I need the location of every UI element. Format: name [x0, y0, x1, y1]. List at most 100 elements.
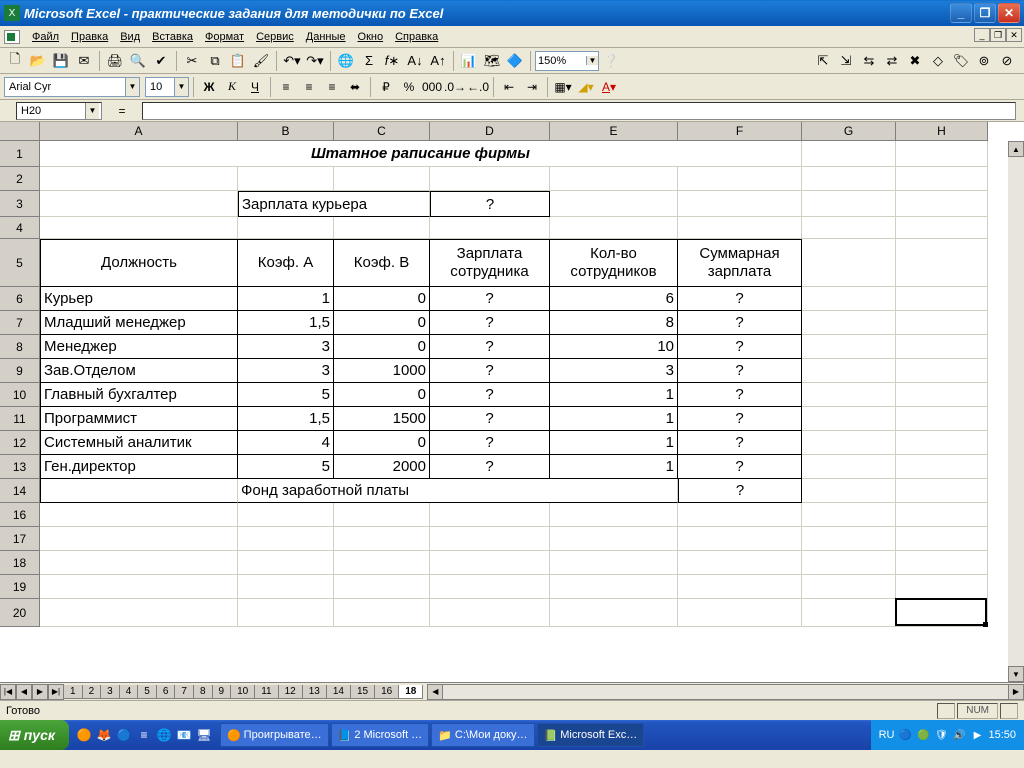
redo-icon[interactable]: ↷▾: [304, 50, 326, 72]
minimize-button[interactable]: _: [950, 3, 972, 23]
row-header[interactable]: 12: [0, 431, 40, 455]
cell[interactable]: [678, 503, 802, 527]
cell[interactable]: 6: [550, 287, 678, 311]
tray-icon[interactable]: 🔊: [952, 728, 966, 742]
cell[interactable]: [430, 217, 550, 239]
tray-icon[interactable]: 🟢: [916, 728, 930, 742]
italic-button[interactable]: К: [221, 76, 243, 98]
cell[interactable]: [430, 167, 550, 191]
cell[interactable]: [896, 141, 988, 167]
cell[interactable]: 3: [550, 359, 678, 383]
sheet-tab[interactable]: 11: [254, 685, 278, 699]
save-icon[interactable]: 💾: [50, 50, 72, 72]
row-header[interactable]: 3: [0, 191, 40, 217]
chart-icon[interactable]: 📊: [458, 50, 480, 72]
cell[interactable]: [802, 141, 896, 167]
zoom-combo[interactable]: ▼: [535, 51, 599, 71]
chevron-down-icon[interactable]: ▼: [125, 78, 139, 96]
cell[interactable]: 0: [334, 287, 430, 311]
undo-icon[interactable]: ↶▾: [281, 50, 303, 72]
hyperlink-icon[interactable]: 🌐: [335, 50, 357, 72]
cell[interactable]: [238, 217, 334, 239]
cell[interactable]: [430, 527, 550, 551]
cell[interactable]: 2000: [334, 455, 430, 479]
format-painter-icon[interactable]: 🖌: [250, 50, 272, 72]
scroll-right-icon[interactable]: ▶: [1008, 684, 1024, 700]
row-header[interactable]: 9: [0, 359, 40, 383]
row-header[interactable]: 16: [0, 503, 40, 527]
sheet-tab[interactable]: 3: [100, 685, 120, 699]
paste-icon[interactable]: 📋: [227, 50, 249, 72]
sheet-tab[interactable]: 6: [156, 685, 176, 699]
cell[interactable]: [430, 551, 550, 575]
cell[interactable]: 5: [238, 455, 334, 479]
bold-button[interactable]: Ж: [198, 76, 220, 98]
sheet-tab[interactable]: 12: [278, 685, 303, 699]
drawing-icon[interactable]: 🔷: [504, 50, 526, 72]
mdi-close-button[interactable]: ✕: [1006, 28, 1022, 42]
cell[interactable]: [896, 527, 988, 551]
cell[interactable]: Ген.директор: [40, 455, 238, 479]
column-header[interactable]: H: [896, 122, 988, 141]
cell[interactable]: 1,5: [238, 311, 334, 335]
align-right-icon[interactable]: ≡: [321, 76, 343, 98]
cell[interactable]: [238, 575, 334, 599]
cell[interactable]: [40, 575, 238, 599]
cell[interactable]: 3: [238, 359, 334, 383]
horizontal-scrollbar[interactable]: ◀ ▶: [427, 684, 1024, 700]
spreadsheet-grid[interactable]: ABCDEFGH 1Штатное раписание фирмы23Зарпл…: [0, 122, 1024, 682]
cell[interactable]: [896, 167, 988, 191]
row-header[interactable]: 14: [0, 479, 40, 503]
cell[interactable]: [40, 217, 238, 239]
cell[interactable]: [802, 287, 896, 311]
cell[interactable]: [802, 191, 896, 217]
cell[interactable]: ?: [678, 335, 802, 359]
chevron-down-icon[interactable]: ▼: [174, 78, 188, 96]
cell[interactable]: [802, 335, 896, 359]
cell[interactable]: [550, 551, 678, 575]
decrease-indent-icon[interactable]: ⇤: [498, 76, 520, 98]
merge-center-icon[interactable]: ⬌: [344, 76, 366, 98]
cell[interactable]: [238, 527, 334, 551]
cell[interactable]: [896, 407, 988, 431]
cell[interactable]: ?: [678, 383, 802, 407]
cell[interactable]: [678, 527, 802, 551]
row-header[interactable]: 19: [0, 575, 40, 599]
menu-window[interactable]: Окно: [352, 29, 390, 45]
chevron-down-icon[interactable]: ▼: [85, 103, 99, 119]
cell[interactable]: ?: [678, 407, 802, 431]
menu-format[interactable]: Формат: [199, 29, 250, 45]
cell[interactable]: ?: [430, 287, 550, 311]
cell[interactable]: Должность: [40, 239, 238, 287]
cell[interactable]: [550, 527, 678, 551]
formula-input[interactable]: [142, 102, 1016, 120]
cell[interactable]: Зав.Отделом: [40, 359, 238, 383]
sheet-tab[interactable]: 8: [193, 685, 213, 699]
cell[interactable]: ?: [678, 287, 802, 311]
cell[interactable]: [896, 359, 988, 383]
cell[interactable]: [678, 551, 802, 575]
mdi-restore-button[interactable]: ❐: [990, 28, 1006, 42]
vertical-scrollbar[interactable]: ▲ ▼: [1008, 141, 1024, 682]
quicklaunch-icon[interactable]: ≡: [135, 725, 153, 745]
cell[interactable]: [802, 455, 896, 479]
cell[interactable]: [678, 575, 802, 599]
sheet-tab[interactable]: 2: [82, 685, 102, 699]
remove-precedents-icon[interactable]: ⇲: [835, 50, 857, 72]
cell[interactable]: 0: [334, 431, 430, 455]
cell[interactable]: [678, 167, 802, 191]
menu-insert[interactable]: Вставка: [146, 29, 199, 45]
align-left-icon[interactable]: ≡: [275, 76, 297, 98]
menu-data[interactable]: Данные: [300, 29, 352, 45]
comma-icon[interactable]: 000: [421, 76, 443, 98]
taskbar-task[interactable]: 📗Microsoft Exc…: [537, 723, 645, 747]
row-header[interactable]: 11: [0, 407, 40, 431]
menu-help[interactable]: Справка: [389, 29, 444, 45]
column-header[interactable]: A: [40, 122, 238, 141]
borders-icon[interactable]: ▦▾: [552, 76, 574, 98]
cell[interactable]: [40, 503, 238, 527]
font-size-combo[interactable]: ▼: [145, 77, 189, 97]
quicklaunch-icon[interactable]: 📧: [175, 725, 193, 745]
tray-icon[interactable]: 🔵: [898, 728, 912, 742]
preview-icon[interactable]: 🔍: [127, 50, 149, 72]
